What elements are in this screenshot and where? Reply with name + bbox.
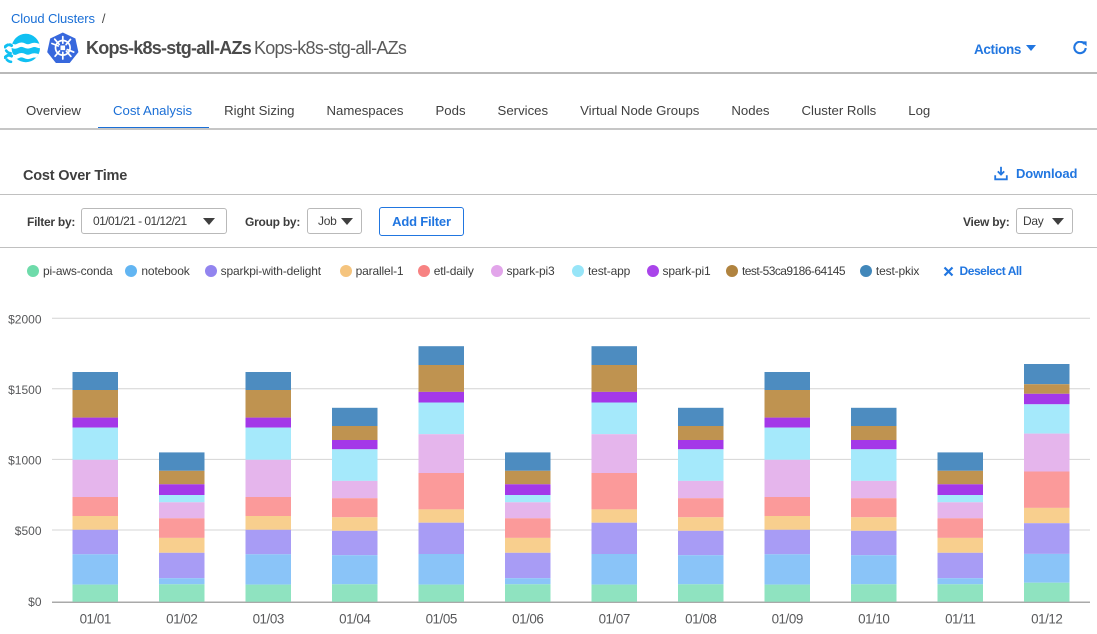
svg-text:01/11: 01/11 — [945, 611, 975, 626]
svg-text:$1500: $1500 — [8, 383, 42, 397]
svg-text:$1000: $1000 — [8, 454, 42, 468]
svg-text:01/04: 01/04 — [339, 611, 371, 626]
svg-text:01/08: 01/08 — [685, 611, 716, 626]
svg-text:$2000: $2000 — [8, 312, 42, 326]
svg-text:01/12: 01/12 — [1031, 611, 1062, 626]
svg-text:01/07: 01/07 — [599, 611, 630, 626]
svg-text:$0: $0 — [28, 595, 42, 609]
svg-text:01/09: 01/09 — [772, 611, 803, 626]
svg-text:01/06: 01/06 — [512, 611, 543, 626]
svg-text:01/10: 01/10 — [858, 611, 889, 626]
svg-text:01/01: 01/01 — [80, 611, 111, 626]
svg-text:01/03: 01/03 — [253, 611, 284, 626]
svg-text:$500: $500 — [15, 524, 42, 538]
svg-text:01/02: 01/02 — [166, 611, 197, 626]
svg-text:01/05: 01/05 — [426, 611, 457, 626]
